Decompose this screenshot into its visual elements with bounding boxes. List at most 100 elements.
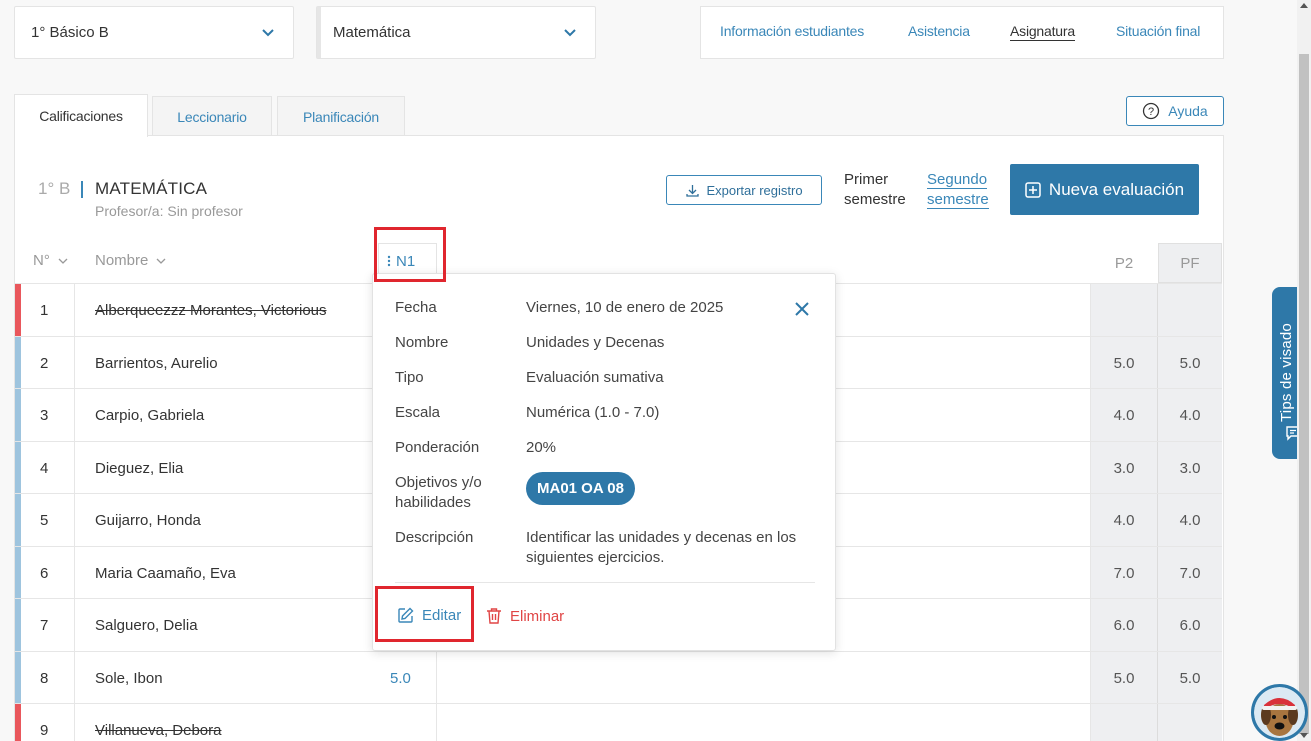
tab-leccionario[interactable]: Leccionario	[152, 96, 272, 136]
status-flag	[15, 704, 21, 741]
row-number: 9	[40, 721, 49, 739]
nombre-label: Nombre	[395, 334, 449, 351]
semester-2-tab[interactable]: Segundo semestre	[927, 170, 989, 210]
table-row[interactable]: 8 Sole, Ibon 5.0 5.0 5.0	[15, 652, 1222, 704]
table-row[interactable]: 9 Villanueva, Debora	[15, 704, 1222, 741]
tipo-label: Tipo	[395, 369, 424, 386]
question-icon: ?	[1143, 102, 1160, 120]
row-number: 5	[40, 511, 49, 529]
grade-pf: 4.0	[1179, 406, 1201, 424]
row-number: 4	[40, 459, 49, 477]
status-flag	[15, 442, 21, 494]
semester-2-line1: Segundo	[927, 171, 988, 189]
course-code: 1° B	[38, 179, 71, 198]
title-separator	[81, 181, 83, 198]
page-scrollbar[interactable]	[1297, 0, 1311, 741]
descripcion-label: Descripción	[395, 529, 474, 546]
grade-pf	[1158, 284, 1222, 336]
help-label: Ayuda	[1168, 103, 1208, 119]
scroll-up-icon[interactable]	[1300, 3, 1308, 8]
scroll-down-icon[interactable]	[1300, 733, 1308, 738]
close-icon[interactable]	[793, 300, 811, 318]
grade-p2: 4.0	[1113, 511, 1135, 529]
grade-n1[interactable]	[378, 704, 437, 741]
subject-select-value: Matemática	[333, 24, 411, 41]
grade-p2: 5.0	[1113, 354, 1135, 372]
descripcion-line2: siguientes ejercicios.	[526, 549, 665, 566]
help-button[interactable]: ? Ayuda	[1126, 96, 1224, 126]
chevron-down-icon	[58, 258, 68, 264]
escala-label: Escala	[395, 404, 441, 421]
select-accent	[317, 7, 321, 58]
nav-informacion-estudiantes[interactable]: Información estudiantes	[720, 23, 864, 39]
popover-divider	[395, 582, 815, 583]
student-name[interactable]: Guijarro, Honda	[95, 494, 201, 546]
teacher-label: Profesor/a: Sin profesor	[95, 203, 243, 219]
nombre-value: Unidades y Decenas	[526, 334, 665, 351]
grade-pf: 3.0	[1179, 459, 1201, 477]
student-name[interactable]: Alberqueezzz Morantes, Victorious	[95, 284, 327, 336]
trash-icon	[487, 608, 501, 624]
semester-2-line2: semestre	[927, 191, 989, 209]
status-flag	[15, 599, 21, 651]
grade-p2: 5.0	[1113, 669, 1135, 687]
grade-p2: 4.0	[1113, 406, 1135, 424]
semester-1-tab[interactable]: Primer semestre	[844, 170, 906, 210]
escala-value: Numérica (1.0 - 7.0)	[526, 404, 660, 421]
delete-label: Eliminar	[510, 607, 565, 625]
download-icon	[686, 184, 700, 197]
status-flag	[15, 547, 21, 599]
export-label: Exportar registro	[706, 182, 803, 198]
fecha-value: Viernes, 10 de enero de 2025	[526, 299, 724, 316]
student-name[interactable]: Maria Caamaño, Eva	[95, 547, 236, 599]
row-number: 6	[40, 564, 49, 582]
tipo-value: Evaluación sumativa	[526, 369, 664, 386]
objective-chip[interactable]: MA01 OA 08	[526, 472, 635, 505]
subject-select[interactable]: Matemática	[316, 6, 596, 59]
grade-pf: 4.0	[1179, 511, 1201, 529]
edit-highlight-box	[375, 586, 474, 642]
nav-asignatura[interactable]: Asignatura	[1010, 23, 1075, 41]
student-name[interactable]: Barrientos, Aurelio	[95, 337, 218, 389]
grade-pf: 6.0	[1179, 616, 1201, 634]
tab-calificaciones[interactable]: Calificaciones	[14, 94, 148, 137]
nav-asistencia[interactable]: Asistencia	[908, 23, 970, 39]
student-name[interactable]: Sole, Ibon	[95, 652, 163, 704]
col-header-number[interactable]: N°	[33, 252, 68, 269]
grade-pf: 5.0	[1179, 669, 1201, 687]
export-button[interactable]: Exportar registro	[666, 175, 822, 205]
col-header-p2: P2	[1114, 254, 1134, 272]
delete-button[interactable]: Eliminar	[486, 607, 564, 625]
grade-p2: 3.0	[1113, 459, 1135, 477]
status-flag	[15, 494, 21, 546]
grade-n1[interactable]: 5.0	[378, 652, 437, 704]
student-name[interactable]: Salguero, Delia	[95, 599, 198, 651]
status-flag	[15, 389, 21, 441]
student-name[interactable]: Carpio, Gabriela	[95, 389, 204, 441]
grade-p2: 6.0	[1113, 616, 1135, 634]
grade-pf: 7.0	[1179, 564, 1201, 582]
row-number: 8	[40, 669, 49, 687]
descripcion-line1: Identificar las unidades y decenas en lo…	[526, 529, 797, 546]
tab-planificacion[interactable]: Planificación	[277, 96, 405, 136]
scrollbar-thumb[interactable]	[1299, 54, 1309, 734]
course-select-value: 1° Básico B	[31, 24, 109, 41]
new-evaluation-button[interactable]: Nueva evaluación	[1010, 164, 1199, 215]
chevron-down-icon	[564, 29, 576, 37]
row-number: 7	[40, 616, 49, 634]
semester-1-line2: semestre	[844, 191, 906, 208]
grade-p2	[1091, 704, 1157, 741]
grade-p2	[1091, 284, 1157, 336]
n1-highlight-box	[374, 227, 446, 282]
row-number: 3	[40, 406, 49, 424]
dog-avatar-icon	[1254, 687, 1305, 738]
student-name[interactable]: Villanueva, Debora	[95, 704, 221, 741]
assistant-avatar[interactable]	[1251, 684, 1308, 741]
col-name-label: Nombre	[95, 252, 149, 269]
course-select[interactable]: 1° Básico B	[14, 6, 294, 59]
nav-situacion-final[interactable]: Situación final	[1116, 23, 1200, 39]
col-header-name[interactable]: Nombre	[95, 252, 166, 269]
status-flag	[15, 652, 21, 704]
fecha-label: Fecha	[395, 299, 437, 316]
student-name[interactable]: Dieguez, Elia	[95, 442, 183, 494]
